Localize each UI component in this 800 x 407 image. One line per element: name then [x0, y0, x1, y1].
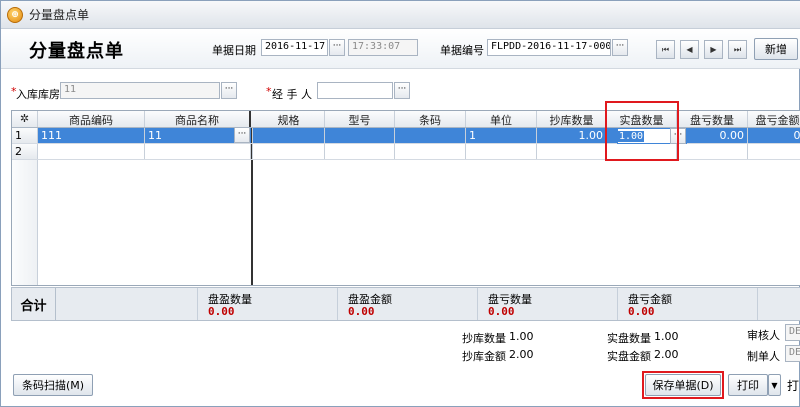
window: ⊕ 分量盘点单 分量盘点单 单据日期 2016-11-17 ··· 17:33:…: [0, 0, 800, 407]
window-title: 分量盘点单: [29, 8, 90, 22]
cell-name[interactable]: 11: [145, 128, 235, 143]
title-bar: ⊕ 分量盘点单: [1, 1, 800, 29]
docno-label: 单据编号: [440, 44, 484, 57]
cell-barcode[interactable]: [395, 128, 466, 143]
cell-spec[interactable]: [253, 144, 325, 159]
document-header: 分量盘点单 单据日期 2016-11-17 ··· 17:33:07 单据编号 …: [1, 29, 800, 69]
col-header-loss-amount[interactable]: 盘亏金额: [748, 111, 800, 127]
cell-loss-qty[interactable]: [677, 144, 748, 159]
name-picker-button[interactable]: ···: [234, 127, 250, 143]
totals-label: 合计: [12, 288, 56, 320]
col-header-name[interactable]: 商品名称: [145, 111, 251, 127]
col-header-spec[interactable]: 规格: [253, 111, 325, 127]
auditor-field[interactable]: DEM: [785, 324, 800, 341]
total-profit-qty: 盘盈数量 0.00: [197, 288, 337, 320]
col-header-code[interactable]: 商品编码: [38, 111, 145, 127]
maker-field[interactable]: DEM: [785, 345, 800, 362]
page-title: 分量盘点单: [29, 41, 124, 62]
total-profit-amt-value: 0.00: [348, 305, 375, 318]
cell-book-qty[interactable]: [537, 144, 607, 159]
cell-unit[interactable]: [466, 144, 537, 159]
cell-loss-qty[interactable]: 0.00: [677, 128, 748, 143]
actual-qty-label: 实盘数量: [607, 332, 651, 345]
warehouse-label: 入库库房: [16, 88, 60, 101]
total-loss-amt-value: 0.00: [628, 305, 655, 318]
handler-label: 经 手 人: [272, 88, 312, 101]
row-number: 1: [12, 128, 38, 143]
total-loss-qty-value: 0.00: [488, 305, 515, 318]
col-header-loss-qty[interactable]: 盘亏数量: [677, 111, 748, 127]
book-qty-label: 抄库数量: [462, 332, 506, 345]
cell-loss-amount[interactable]: [748, 144, 800, 159]
totals-bar: 合计 盘盈数量 0.00 盘盈金额 0.00 盘亏数量 0.00 盘亏金额 0.…: [11, 287, 800, 321]
col-header-barcode[interactable]: 条码: [395, 111, 466, 127]
total-loss-qty: 盘亏数量 0.00: [477, 288, 617, 320]
cell-model[interactable]: [325, 144, 395, 159]
prev-record-button[interactable]: ◀: [680, 40, 699, 59]
cell-loss-amount[interactable]: 0.: [748, 128, 800, 143]
next-record-button[interactable]: ▶: [704, 40, 723, 59]
auditor-label: 审核人: [747, 329, 780, 342]
docno-picker-button[interactable]: ···: [612, 39, 628, 56]
maker-label: 制单人: [747, 350, 780, 363]
cell-spec[interactable]: [253, 128, 325, 143]
frozen-divider: [251, 160, 253, 285]
warehouse-picker-button[interactable]: ···: [221, 82, 237, 99]
row-number: 2: [12, 144, 38, 159]
cell-model[interactable]: [325, 128, 395, 143]
actual-qty-value: 1.00: [654, 330, 679, 343]
last-record-button[interactable]: ⏭: [728, 40, 747, 59]
time-field: 17:33:07: [348, 39, 418, 56]
col-header-book-qty[interactable]: 抄库数量: [537, 111, 607, 127]
handler-field[interactable]: [317, 82, 393, 99]
date-label: 单据日期: [212, 44, 256, 57]
row-header-strip: [12, 160, 38, 285]
actual-amt-label: 实盘金额: [607, 350, 651, 363]
handler-required-mark: *: [266, 85, 272, 98]
highlight-box: [605, 101, 679, 161]
book-amt-label: 抄库金额: [462, 350, 506, 363]
first-record-button[interactable]: ⏮: [656, 40, 675, 59]
total-loss-amt: 盘亏金额 0.00: [617, 288, 757, 320]
new-button[interactable]: 新增: [754, 38, 798, 60]
date-picker-button[interactable]: ···: [329, 39, 345, 56]
col-header-model[interactable]: 型号: [325, 111, 395, 127]
total-profit-qty-value: 0.00: [208, 305, 235, 318]
cell-barcode[interactable]: [395, 144, 466, 159]
grid-header: ✲ 商品编码 商品名称 规格 型号 条码 单位 抄库数量 实盘数量 盘亏数量 盘…: [12, 111, 800, 128]
total-profit-amt: 盘盈金额 0.00: [337, 288, 477, 320]
cell-book-qty[interactable]: 1.00: [537, 128, 607, 143]
cell-code[interactable]: 111: [38, 128, 145, 143]
warehouse-field[interactable]: 11: [60, 82, 220, 99]
col-header-unit[interactable]: 单位: [466, 111, 537, 127]
cell-name[interactable]: [145, 144, 251, 159]
docno-field[interactable]: FLPDD-2016-11-17-00003: [487, 39, 611, 56]
print-extra-label[interactable]: 打: [787, 377, 799, 394]
barcode-scan-button[interactable]: 条码扫描(M): [13, 374, 93, 396]
app-logo-icon: ⊕: [7, 6, 23, 23]
items-grid[interactable]: ✲ 商品编码 商品名称 规格 型号 条码 单位 抄库数量 实盘数量 盘亏数量 盘…: [11, 110, 800, 286]
cell-code[interactable]: [38, 144, 145, 159]
totals-extra: [757, 288, 800, 320]
book-amt-value: 2.00: [509, 348, 534, 361]
print-button[interactable]: 打印: [728, 374, 768, 396]
handler-picker-button[interactable]: ···: [394, 82, 410, 99]
table-row[interactable]: 2: [12, 144, 800, 160]
actual-amt-value: 2.00: [654, 348, 679, 361]
cell-unit[interactable]: 1: [466, 128, 537, 143]
grid-corner-icon: ✲: [12, 111, 38, 127]
book-qty-value: 1.00: [509, 330, 534, 343]
save-highlight-box: [642, 371, 724, 399]
date-field[interactable]: 2016-11-17: [261, 39, 328, 56]
print-dropdown-icon[interactable]: ▼: [768, 374, 781, 396]
